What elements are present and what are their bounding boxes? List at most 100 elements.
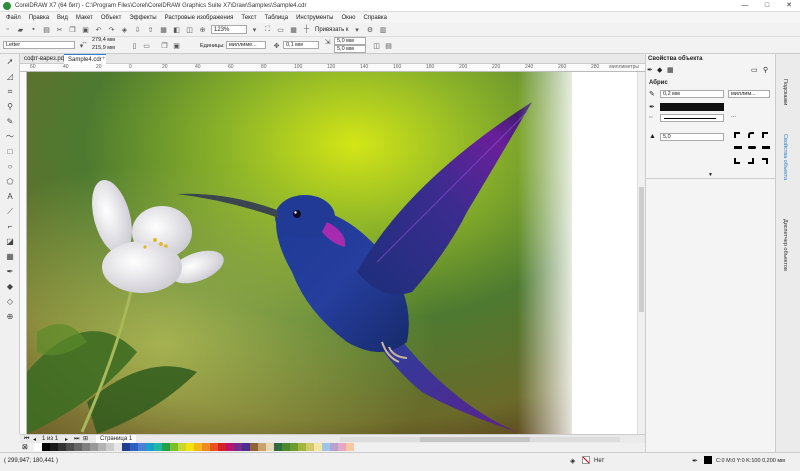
palette-swatch[interactable] — [154, 443, 162, 451]
page-height-field[interactable]: 215,9 мм — [90, 45, 126, 53]
palette-swatch[interactable] — [338, 443, 346, 451]
square-cap-icon[interactable] — [762, 146, 770, 149]
vertical-ruler[interactable] — [20, 72, 27, 434]
transparency-tab-icon[interactable]: ▦ — [667, 66, 674, 74]
undo-icon[interactable]: ↶ — [94, 25, 103, 34]
no-color-swatch-icon[interactable]: ⊠ — [22, 443, 28, 451]
minimize-button[interactable]: — — [734, 0, 756, 12]
next-page-icon[interactable]: ▸ — [65, 436, 68, 443]
palette-swatch[interactable] — [282, 443, 290, 451]
palette-swatch[interactable] — [74, 443, 82, 451]
round-join-icon[interactable] — [748, 132, 754, 138]
palette-swatch[interactable] — [122, 443, 130, 451]
palette-swatch[interactable] — [322, 443, 330, 451]
palette-swatch[interactable] — [170, 443, 178, 451]
hummingbird-artwork[interactable] — [27, 72, 572, 434]
first-page-icon[interactable]: ⏮ — [24, 436, 29, 443]
page-options-icon[interactable]: ▤ — [384, 41, 393, 50]
print-icon[interactable]: ▤ — [42, 25, 51, 34]
palette-swatch[interactable] — [210, 443, 218, 451]
prev-page-icon[interactable]: ◂ — [33, 436, 36, 443]
horizontal-scroll-thumb[interactable] — [420, 437, 530, 442]
nudge-distance-field[interactable]: 0,1 мм — [283, 41, 319, 49]
paper-size-select[interactable]: Letter — [3, 41, 75, 49]
rectangle-tool-icon[interactable]: □ — [5, 147, 15, 157]
artistic-media-tool-icon[interactable]: 〜 — [5, 132, 15, 142]
page-width-field[interactable]: 279,4 мм — [90, 37, 126, 45]
copy-icon[interactable]: ❐ — [68, 25, 77, 34]
drawing-canvas[interactable] — [27, 72, 645, 434]
all-pages-icon[interactable]: ❐ — [160, 41, 169, 50]
show-rulers-icon[interactable]: ▭ — [276, 25, 285, 34]
miter-join-icon[interactable] — [734, 132, 740, 138]
palette-swatch[interactable] — [258, 443, 266, 451]
snap-dropdown-icon[interactable]: ▾ — [353, 25, 362, 34]
maximize-button[interactable]: □ — [756, 0, 778, 12]
palette-swatch[interactable] — [250, 443, 258, 451]
pick-tool-icon[interactable]: ➚ — [5, 57, 15, 67]
publish-pdf-icon[interactable]: ▦ — [159, 25, 168, 34]
line-style-select[interactable] — [660, 114, 724, 122]
cut-icon[interactable]: ✂ — [55, 25, 64, 34]
palette-swatch[interactable] — [42, 443, 50, 451]
horizontal-scrollbar[interactable] — [340, 437, 620, 442]
ellipse-tool-icon[interactable]: ○ — [5, 162, 15, 172]
menu-text[interactable]: Текст — [241, 15, 256, 21]
palette-swatch[interactable] — [98, 443, 106, 451]
palette-swatch[interactable] — [274, 443, 282, 451]
import-icon[interactable]: ⇩ — [133, 25, 142, 34]
butt-cap-icon[interactable] — [734, 146, 742, 149]
redo-icon[interactable]: ↷ — [107, 25, 116, 34]
object-units-icon[interactable]: ◫ — [372, 41, 381, 50]
tab-add-icon[interactable]: + — [102, 56, 106, 62]
palette-swatch[interactable] — [298, 443, 306, 451]
outline-units-select[interactable]: миллим... — [728, 90, 770, 98]
transparency-tool-icon[interactable]: ▦ — [5, 252, 15, 262]
bevel-join-icon[interactable] — [762, 132, 768, 138]
palette-swatch[interactable] — [226, 443, 234, 451]
smart-fill-tool-icon[interactable]: ◇ — [5, 297, 15, 307]
palette-swatch[interactable] — [34, 443, 42, 451]
palette-swatch[interactable] — [186, 443, 194, 451]
palette-swatch[interactable] — [346, 443, 354, 451]
drop-shadow-tool-icon[interactable]: ◪ — [5, 237, 15, 247]
palette-swatch[interactable] — [138, 443, 146, 451]
palette-swatch[interactable] — [82, 443, 90, 451]
tab-object-manager[interactable]: Диспетчер объектов — [782, 219, 788, 271]
paste-icon[interactable]: ▣ — [81, 25, 90, 34]
palette-swatch[interactable] — [306, 443, 314, 451]
palette-swatch[interactable] — [50, 443, 58, 451]
palette-swatch[interactable] — [330, 443, 338, 451]
palette-swatch[interactable] — [194, 443, 202, 451]
options-icon[interactable]: ⚙ — [366, 25, 375, 34]
palette-swatch[interactable] — [290, 443, 298, 451]
polygon-tool-icon[interactable]: ⬠ — [5, 177, 15, 187]
full-screen-icon[interactable]: ⛶ — [263, 25, 272, 34]
palette-swatch[interactable] — [58, 443, 66, 451]
close-button[interactable]: ✕ — [778, 0, 800, 12]
menu-file[interactable]: Файл — [6, 15, 21, 21]
zoom-icon[interactable]: ⊕ — [198, 25, 207, 34]
app-launcher-icon[interactable]: ◧ — [172, 25, 181, 34]
tab-welcome[interactable]: софт-варез.рф — [20, 54, 70, 64]
palette-swatch[interactable] — [202, 443, 210, 451]
more-styles-icon[interactable]: ... — [731, 113, 736, 119]
open-icon[interactable]: ▰ — [16, 25, 25, 34]
menu-bitmaps[interactable]: Растровые изображения — [165, 15, 234, 21]
palette-swatch[interactable] — [218, 443, 226, 451]
save-icon[interactable]: ▪ — [29, 25, 38, 34]
last-page-icon[interactable]: ⏭ — [74, 436, 79, 443]
menu-effects[interactable]: Эффекты — [129, 15, 156, 21]
current-page-icon[interactable]: ▣ — [172, 41, 181, 50]
palette-swatch[interactable] — [178, 443, 186, 451]
tab-sample4[interactable]: Sample4.cdr — [64, 54, 106, 64]
connector-tool-icon[interactable]: ⌐ — [5, 222, 15, 232]
corner-2-icon[interactable] — [748, 158, 754, 164]
palette-swatch[interactable] — [266, 443, 274, 451]
color-eyedropper-tool-icon[interactable]: ✒ — [5, 267, 15, 277]
palette-swatch[interactable] — [130, 443, 138, 451]
tab-object-properties[interactable]: Свойства объекта — [782, 134, 788, 180]
corner-3-icon[interactable] — [762, 158, 768, 164]
vertical-scroll-thumb[interactable] — [639, 187, 644, 312]
launch-icon[interactable]: ▥ — [379, 25, 388, 34]
